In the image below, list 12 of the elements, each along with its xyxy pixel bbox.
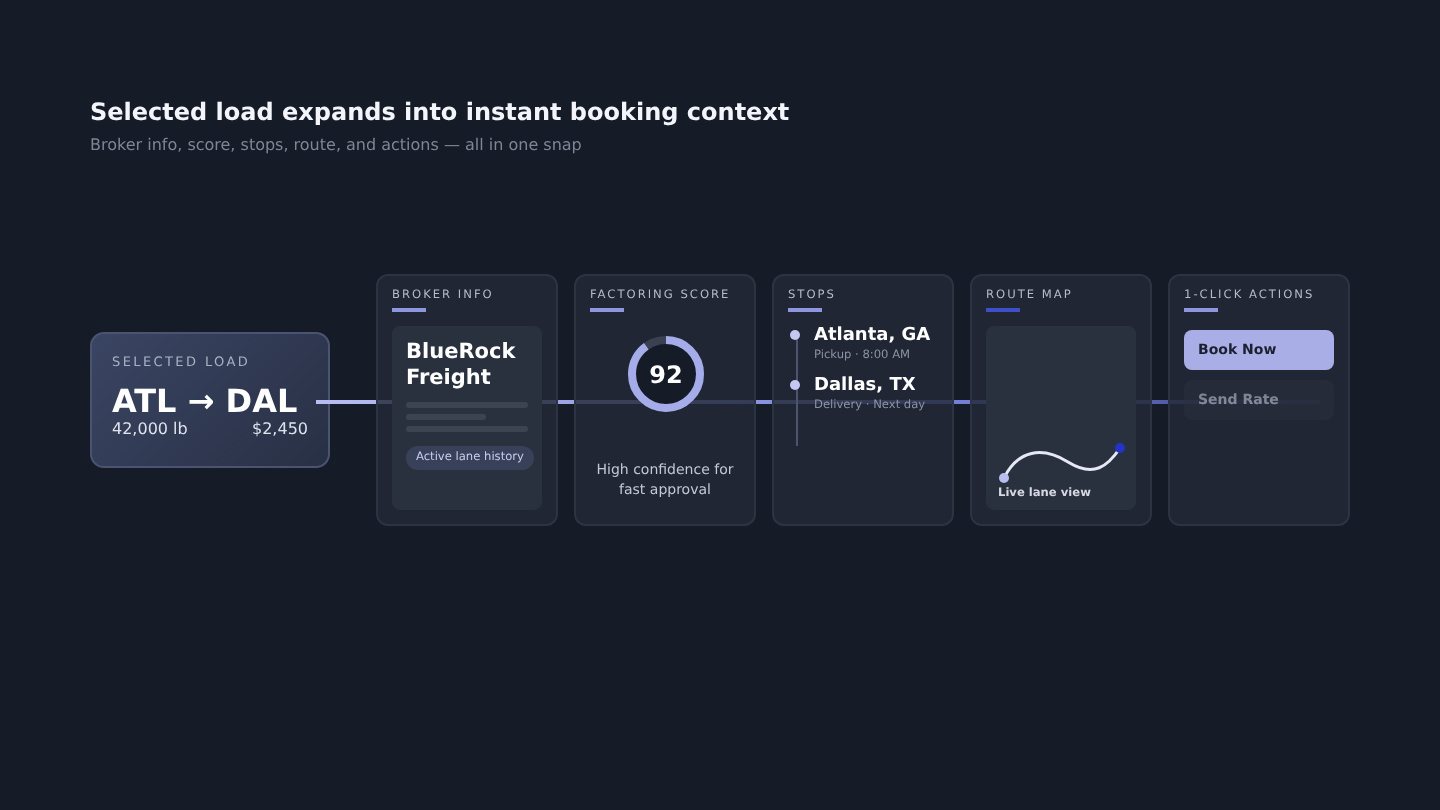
page-subtitle: Broker info, score, stops, route, and actions — all in one snap <box>90 136 584 154</box>
page-title: Selected load expands into instant booking context <box>90 98 792 126</box>
load-weight: 42,000 lb <box>112 420 188 438</box>
route-code: ATL → DAL <box>112 382 300 420</box>
route-curve-drawing <box>998 438 1128 486</box>
stop-dot <box>790 330 800 340</box>
stop-city: Dallas, TX <box>814 376 918 396</box>
stop-dot <box>790 380 800 390</box>
stop-city: Atlanta, GA <box>814 326 931 346</box>
score-value: 92 <box>648 361 682 389</box>
broker-name: BlueRock Freight <box>406 340 518 393</box>
load-price: $2,450 <box>252 420 308 438</box>
